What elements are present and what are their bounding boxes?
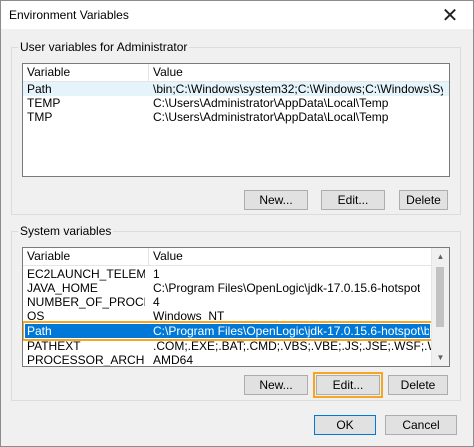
arrow-down-icon[interactable]: ▼ xyxy=(432,349,449,366)
user-row-temp[interactable]: TEMP C:\Users\Administrator\AppData\Loca… xyxy=(23,96,449,110)
system-row-variable: PROCESSOR_ARCHITECTURE xyxy=(27,353,145,367)
arrow-up-icon[interactable]: ▲ xyxy=(432,248,449,265)
user-row-variable: Path xyxy=(27,82,52,96)
user-variables-group: User variables for Administrator Variabl… xyxy=(11,40,461,215)
system-row-variable: EC2LAUNCH_TELEMETRY xyxy=(27,267,145,281)
system-delete-button[interactable]: Delete xyxy=(388,375,448,395)
user-new-button[interactable]: New... xyxy=(244,190,308,210)
system-row-os[interactable]: OS Windows_NT xyxy=(23,309,432,323)
system-variables-list[interactable]: Variable Value EC2LAUNCH_TELEMETRY 1 JAV… xyxy=(22,247,450,367)
system-row-ec2launch[interactable]: EC2LAUNCH_TELEMETRY 1 xyxy=(23,267,432,281)
title-bar: Environment Variables ✕ xyxy=(1,1,473,29)
user-header-value[interactable]: Value xyxy=(149,64,449,81)
system-header-variable[interactable]: Variable xyxy=(23,248,149,265)
system-row-processors[interactable]: NUMBER_OF_PROCESSORS 4 xyxy=(23,295,432,309)
system-row-pathext[interactable]: PATHEXT .COM;.EXE;.BAT;.CMD;.VBS;.VBE;.J… xyxy=(23,339,432,353)
system-row-value: .COM;.EXE;.BAT;.CMD;.VBS;.VBE;.JS;.JSE;.… xyxy=(153,339,432,353)
user-row-value: C:\Users\Administrator\AppData\Local\Tem… xyxy=(153,96,389,110)
user-list-header: Variable Value xyxy=(23,64,449,82)
system-row-variable: Path xyxy=(27,324,52,338)
system-row-processor-arch[interactable]: PROCESSOR_ARCHITECTURE AMD64 xyxy=(23,353,432,367)
user-row-value: \bin;C:\Windows\system32;C:\Windows;C:\W… xyxy=(153,82,443,96)
system-new-button[interactable]: New... xyxy=(244,375,308,395)
system-row-value: Windows_NT xyxy=(153,309,225,323)
environment-variables-dialog: Environment Variables ✕ User variables f… xyxy=(0,0,474,447)
user-row-path[interactable]: Path \bin;C:\Windows\system32;C:\Windows… xyxy=(23,82,449,96)
system-row-value: 4 xyxy=(153,295,160,309)
system-row-value: AMD64 xyxy=(153,353,194,367)
system-row-path-selected[interactable]: Path C:\Program Files\OpenLogic\jdk-17.0… xyxy=(23,321,433,341)
system-row-variable: NUMBER_OF_PROCESSORS xyxy=(27,295,145,309)
system-list-header: Variable Value xyxy=(23,248,432,266)
system-row-value: C:\Program Files\OpenLogic\jdk-17.0.15.6… xyxy=(153,281,421,295)
user-variables-list[interactable]: Variable Value Path \bin;C:\Windows\syst… xyxy=(22,63,450,177)
user-row-variable: TEMP xyxy=(27,96,61,110)
system-variables-label: System variables xyxy=(18,224,114,238)
system-row-variable: OS xyxy=(27,309,45,323)
user-edit-button[interactable]: Edit... xyxy=(321,190,385,210)
window-title: Environment Variables xyxy=(9,8,129,22)
system-row-variable: JAVA_HOME xyxy=(27,281,98,295)
cancel-button[interactable]: Cancel xyxy=(385,415,457,435)
scrollbar-thumb[interactable] xyxy=(436,267,444,327)
user-delete-button[interactable]: Delete xyxy=(399,190,448,210)
system-header-value[interactable]: Value xyxy=(149,248,432,265)
user-row-value: C:\Users\Administrator\AppData\Local\Tem… xyxy=(153,110,389,124)
system-row-value: 1 xyxy=(153,267,160,281)
system-list-scrollbar[interactable]: ▲ ▼ xyxy=(431,248,449,366)
close-icon[interactable]: ✕ xyxy=(427,1,473,29)
system-row-value: C:\Program Files\OpenLogic\jdk-17.0.15.6… xyxy=(153,324,429,338)
system-edit-button[interactable]: Edit... xyxy=(313,372,383,398)
system-row-java-home[interactable]: JAVA_HOME C:\Program Files\OpenLogic\jdk… xyxy=(23,281,432,295)
user-row-tmp[interactable]: TMP C:\Users\Administrator\AppData\Local… xyxy=(23,110,449,124)
user-header-variable[interactable]: Variable xyxy=(23,64,149,81)
system-variables-group: System variables Variable Value EC2LAUNC… xyxy=(11,224,461,401)
ok-button[interactable]: OK xyxy=(314,415,376,435)
user-variables-label: User variables for Administrator xyxy=(18,40,190,54)
user-row-variable: TMP xyxy=(27,110,53,124)
system-row-variable: PATHEXT xyxy=(27,339,81,353)
